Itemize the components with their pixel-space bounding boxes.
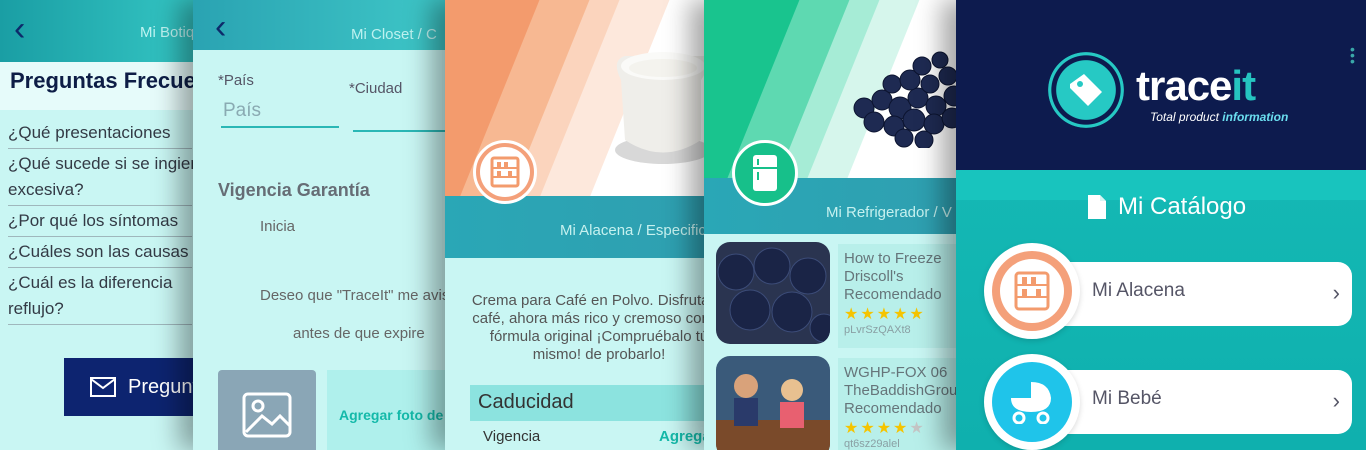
photo-placeholder[interactable] — [218, 370, 316, 450]
product-description: Crema para Café en Polvo. Disfruta tu ca… — [471, 292, 715, 363]
video-thumbnail[interactable] — [716, 356, 830, 450]
chevron-right-icon: › — [1332, 388, 1340, 413]
video-id: qt6sz29alel — [844, 438, 900, 450]
more-menu-icon[interactable]: • • • — [1350, 42, 1355, 68]
warranty-title: Vigencia Garantía — [218, 180, 370, 200]
chevron-right-icon: › — [1332, 280, 1340, 305]
ask-question-button[interactable]: Preguntar — [64, 358, 200, 416]
ask-button-label: Preguntar — [128, 375, 200, 398]
pantry-screen: Mi Alacena / Especificaciones Crema para… — [445, 0, 715, 450]
video-label: Recomendado — [844, 400, 942, 417]
country-label: *País — [218, 72, 254, 89]
add-photo-link[interactable]: Agregar foto de — [339, 407, 443, 423]
image-icon — [242, 392, 292, 438]
validity-label: Vigencia — [483, 428, 541, 445]
baby-stroller-icon — [1011, 382, 1051, 424]
mail-icon — [90, 377, 116, 397]
pantry-category-icon — [473, 140, 537, 204]
faq-header: ‹ Mi Botiquín — [0, 0, 200, 62]
traceit-logo — [1048, 52, 1124, 128]
faq-question-cont[interactable]: reflujo? — [8, 294, 192, 325]
faq-question[interactable]: ¿Qué sucede si se ingiere — [8, 149, 200, 175]
warranty-start-label[interactable]: Inicia — [260, 218, 295, 235]
video-title: How to Freeze — [844, 250, 942, 267]
breadcrumb: Mi Alacena / Especificaciones — [560, 222, 715, 239]
document-icon — [1088, 195, 1106, 219]
back-arrow-icon[interactable]: ‹ — [215, 10, 226, 44]
expiry-section-header: Caducidad — [470, 385, 715, 421]
catalog-title: Mi Catálogo — [1086, 193, 1246, 221]
faq-list: ¿Qué presentaciones ¿Qué sucede si se in… — [0, 110, 200, 325]
catalog-title-text: Mi Catálogo — [1118, 193, 1247, 220]
page-title: Preguntas Frecuentes — [0, 62, 200, 110]
creamer-jug-image — [615, 52, 711, 164]
video-id: pLvrSzQAXt8 — [844, 324, 911, 336]
pantry-shelf-icon — [490, 156, 520, 188]
faq-question[interactable]: ¿Cuál es la diferencia — [8, 268, 192, 294]
tag-icon — [1070, 74, 1102, 106]
fridge-icon — [753, 155, 777, 191]
rating-stars: ★★★★★ — [844, 420, 926, 437]
reminder-text-2: antes de que expire — [293, 325, 425, 342]
closet-header: ‹ Mi Closet / C — [193, 0, 455, 50]
catalog-item-label: Mi Alacena — [1092, 280, 1185, 301]
fridge-category-icon — [732, 140, 798, 206]
video-label: Recomendado — [844, 286, 942, 303]
video-card[interactable]: WGHP-FOX 06 TheBaddishGroup Recomendado … — [838, 358, 962, 450]
city-underline[interactable] — [353, 130, 455, 132]
faq-question[interactable]: ¿Qué presentaciones — [8, 118, 192, 149]
fridge-screen: Mi Refrigerador / V How to Freeze Drisco… — [704, 0, 962, 450]
video-author: TheBaddishGroup — [844, 382, 962, 399]
video-author: Driscoll's — [844, 268, 904, 285]
back-arrow-icon[interactable]: ‹ — [14, 12, 25, 46]
catalog-item-label: Mi Bebé — [1092, 388, 1162, 409]
faq-screen: ‹ Mi Botiquín Preguntas Frecuentes ¿Qué … — [0, 0, 200, 450]
breadcrumb: Mi Closet / C — [351, 26, 437, 43]
country-underline — [221, 126, 339, 128]
baby-icon-badge — [984, 354, 1080, 450]
brand-main: trace — [1136, 62, 1232, 109]
breadcrumb: Mi Refrigerador / V — [826, 204, 952, 221]
pantry-shelf-icon — [1014, 271, 1050, 311]
video-thumbnail[interactable] — [716, 242, 830, 344]
faq-question[interactable]: ¿Cuáles son las causas — [8, 237, 192, 268]
brand-accent: it — [1231, 62, 1256, 109]
reminder-text: Deseo que "TraceIt" me avise — [260, 287, 455, 304]
tagline-main: Total product — [1150, 110, 1223, 124]
breadcrumb: Mi Botiquín — [140, 24, 200, 41]
video-title: WGHP-FOX 06 — [844, 364, 948, 381]
faq-question[interactable]: ¿Por qué los síntomas — [8, 206, 192, 237]
tagline-accent: information — [1222, 110, 1289, 124]
video-card[interactable]: How to Freeze Driscoll's Recomendado ★★★… — [838, 244, 962, 348]
rating-stars: ★★★★★ — [844, 306, 926, 323]
pantry-icon-badge — [984, 243, 1080, 339]
country-input[interactable]: País — [223, 100, 261, 122]
closet-screen: ‹ Mi Closet / C *País País *Ciudad Vigen… — [193, 0, 455, 450]
brand-tagline: Total product information — [1150, 110, 1288, 124]
city-label: *Ciudad — [349, 80, 403, 97]
catalog-screen: traceit Total product information • • • Mi… — [956, 0, 1366, 450]
faq-question-cont[interactable]: excesiva? — [8, 175, 192, 206]
blueberries-image — [853, 51, 962, 148]
brand-name: traceit — [1136, 62, 1256, 110]
